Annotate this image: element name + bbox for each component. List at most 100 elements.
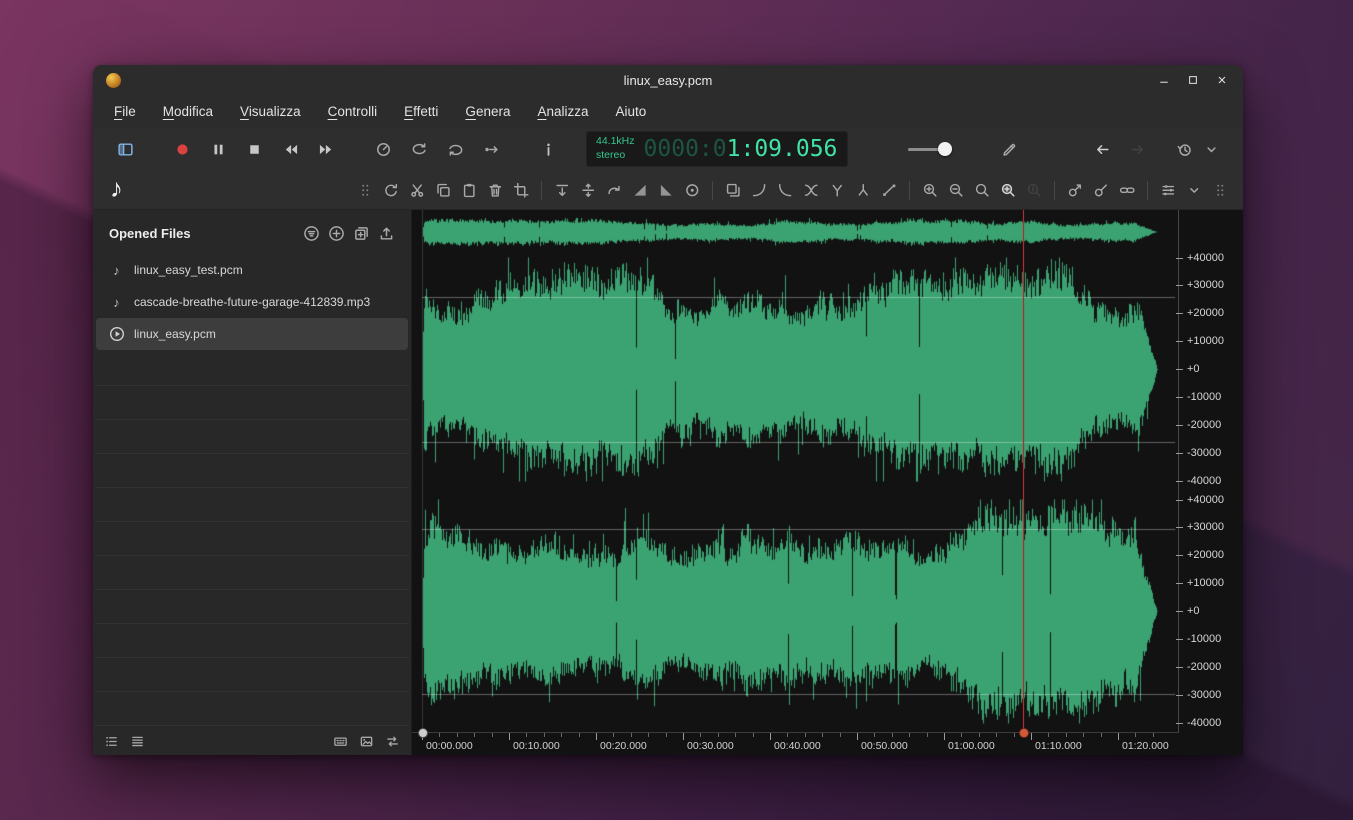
file-name: linux_easy_test.pcm	[134, 263, 243, 277]
ruler-label: 00:50.000	[861, 740, 908, 752]
filter-files-button[interactable]	[299, 221, 324, 245]
maximize-button[interactable]	[1182, 69, 1204, 91]
time-display: 44.1kHz stereo 0000:01:09.056	[586, 131, 848, 167]
pause-icon	[210, 141, 227, 158]
delete-button[interactable]	[482, 178, 508, 202]
sidebar-header-buttons	[299, 221, 399, 245]
fade-in-icon	[632, 182, 649, 199]
export-file-button[interactable]	[374, 221, 399, 245]
dc-offset-button[interactable]	[575, 178, 601, 202]
split-channels-button[interactable]	[824, 178, 850, 202]
view-details-button[interactable]	[104, 734, 119, 749]
levels-caret-button[interactable]	[1181, 178, 1207, 202]
ruler-major-tick	[1031, 733, 1032, 740]
minimize-button[interactable]	[1153, 69, 1175, 91]
zoom-selection-button[interactable]	[995, 178, 1021, 202]
menu-visualizza[interactable]: Visualizza	[240, 104, 301, 119]
scale-label: -30000	[1187, 689, 1221, 701]
link-channels-button[interactable]	[1114, 178, 1140, 202]
loop-playback-button[interactable]	[406, 136, 432, 162]
window-title: linux_easy.pcm	[93, 73, 1243, 88]
fade-out-button[interactable]	[653, 178, 679, 202]
curve-attack-button[interactable]	[746, 178, 772, 202]
volume-slider[interactable]	[908, 136, 952, 162]
file-list-empty-area	[93, 352, 411, 727]
menu-analizza[interactable]: Analizza	[537, 104, 588, 119]
trim-button[interactable]	[508, 178, 534, 202]
close-button[interactable]	[1211, 69, 1233, 91]
history-caret-button[interactable]	[1198, 136, 1224, 162]
empty-row	[95, 454, 409, 488]
playback-speed-button[interactable]	[370, 136, 396, 162]
thumbnail-view-button[interactable]	[359, 734, 374, 749]
file-row[interactable]: linux_easy.pcm	[96, 318, 408, 350]
menu-aiuto[interactable]: Aiuto	[616, 104, 647, 119]
curve-release-button[interactable]	[772, 178, 798, 202]
zoom-out-button[interactable]	[943, 178, 969, 202]
fade-in-button[interactable]	[627, 178, 653, 202]
view-compact-button[interactable]	[130, 734, 145, 749]
normalize-button[interactable]	[549, 178, 575, 202]
menu-genera[interactable]: Genera	[465, 104, 510, 119]
menu-modifica[interactable]: Modifica	[163, 104, 213, 119]
fast-forward-button[interactable]	[313, 136, 339, 162]
ungroup-selection-button[interactable]	[1088, 178, 1114, 202]
draw-mode-button[interactable]	[996, 136, 1022, 162]
loop-selection-button[interactable]	[442, 136, 468, 162]
toggle-sidebar-button[interactable]	[112, 136, 138, 162]
levels-menu-button[interactable]	[1155, 178, 1181, 202]
crossfade-button[interactable]	[798, 178, 824, 202]
copy-to-new-button[interactable]	[720, 178, 746, 202]
swap-files-button[interactable]	[385, 734, 400, 749]
waveform-canvas[interactable]	[412, 210, 1179, 733]
merge-channels-button[interactable]	[850, 178, 876, 202]
waveform-area[interactable]	[412, 210, 1179, 733]
navigate-back-button[interactable]	[1089, 136, 1115, 162]
opened-files-sidebar: Opened Files ♪linux_easy_test.pcm♪cascad…	[93, 210, 412, 755]
pause-button[interactable]	[205, 136, 231, 162]
playhead-cursor[interactable]	[1023, 210, 1024, 733]
view-compact-icon	[130, 734, 145, 749]
draw-line-button[interactable]	[876, 178, 902, 202]
zoom-full-button[interactable]	[969, 178, 995, 202]
invert-button[interactable]	[601, 178, 627, 202]
record-button[interactable]	[169, 136, 195, 162]
cut-button[interactable]	[404, 178, 430, 202]
file-info-button[interactable]	[535, 136, 561, 162]
scale-label: -40000	[1187, 717, 1221, 729]
empty-row	[95, 488, 409, 522]
zoom-vertical-button[interactable]	[1021, 178, 1047, 202]
mini-keyboard-button[interactable]	[333, 734, 348, 749]
add-file-button[interactable]	[324, 221, 349, 245]
menu-controlli[interactable]: Controlli	[328, 104, 378, 119]
group-selection-button[interactable]	[1062, 178, 1088, 202]
rewind-button[interactable]	[277, 136, 303, 162]
navigate-forward-button[interactable]	[1124, 136, 1150, 162]
redo-button[interactable]	[378, 178, 404, 202]
volume-knob[interactable]	[938, 142, 952, 156]
paste-button[interactable]	[456, 178, 482, 202]
stop-icon	[246, 141, 263, 158]
history-button[interactable]	[1171, 136, 1197, 162]
toolbar-separator	[541, 181, 542, 200]
menu-effetti[interactable]: Effetti	[404, 104, 438, 119]
zoom-in-button[interactable]	[917, 178, 943, 202]
playhead-marker[interactable]	[1019, 728, 1029, 738]
ruler-major-tick	[770, 733, 771, 740]
stop-button[interactable]	[241, 136, 267, 162]
time-ruler[interactable]: 00:00.00000:10.00000:20.00000:30.00000:4…	[412, 732, 1179, 755]
selection-start-marker[interactable]	[418, 728, 428, 738]
duplicate-file-button[interactable]	[349, 221, 374, 245]
file-row[interactable]: ♪linux_easy_test.pcm	[96, 254, 408, 286]
swap-files-icon	[385, 734, 400, 749]
empty-row	[95, 556, 409, 590]
scale-label: -10000	[1187, 391, 1221, 403]
reverse-button[interactable]	[679, 178, 705, 202]
play-follow-button[interactable]	[478, 136, 504, 162]
copy-button[interactable]	[430, 178, 456, 202]
menu-file[interactable]: File	[114, 104, 136, 119]
drag-handle	[352, 178, 378, 202]
ruler-minor-tick	[874, 733, 875, 737]
file-row[interactable]: ♪cascade-breathe-future-garage-412839.mp…	[96, 286, 408, 318]
titlebar[interactable]: linux_easy.pcm	[93, 65, 1243, 95]
